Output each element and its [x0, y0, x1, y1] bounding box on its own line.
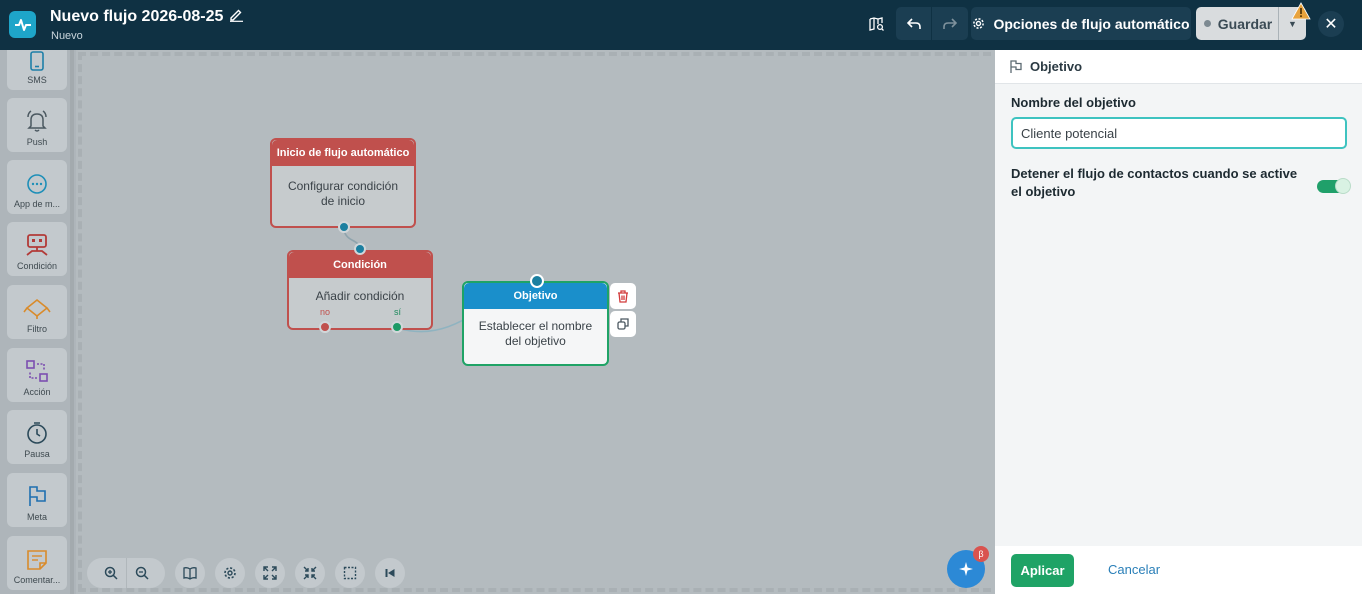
compress-icon: [303, 566, 317, 580]
cancel-button[interactable]: Cancelar: [1108, 562, 1160, 577]
stop-flow-label: Detener el flujo de contactos cuando se …: [1011, 166, 1298, 199]
comment-icon: [27, 550, 47, 570]
app-logo-icon[interactable]: [9, 11, 36, 38]
top-bar: Nuevo flujo 2026-08-25 Nuevo Opciones de…: [0, 0, 1362, 50]
flag-icon: [1010, 59, 1022, 73]
redo-icon[interactable]: [932, 7, 968, 40]
chat-bubble-icon: [27, 174, 47, 194]
flow-options-label: Opciones de flujo automático: [993, 15, 1190, 32]
palette-item-pause[interactable]: Pausa: [7, 410, 67, 464]
collapse-button[interactable]: [295, 558, 325, 588]
condition-node[interactable]: Condición Añadir condición no sí: [287, 243, 433, 333]
goal-settings-panel: Objetivo Nombre del objetivo Detener el …: [995, 50, 1362, 594]
palette-label: App de m...: [13, 199, 61, 209]
bell-icon: [27, 110, 47, 132]
flow-title: Nuevo flujo 2026-08-25: [50, 7, 244, 27]
guide-button[interactable]: [175, 558, 205, 588]
zoom-out-icon[interactable]: [127, 558, 157, 588]
palette-label: Push: [26, 137, 48, 147]
flow-options-button[interactable]: Opciones de flujo automático: [971, 7, 1191, 40]
flow-status: Nuevo: [51, 30, 83, 42]
zoom-in-icon[interactable]: [96, 558, 126, 588]
beta-badge: β: [973, 546, 989, 562]
palette-label: Pausa: [24, 449, 50, 459]
condition-yes-label: sí: [394, 307, 402, 317]
map-search-icon[interactable]: [862, 7, 890, 40]
save-label: Guardar: [1217, 15, 1273, 32]
start-node-output-port[interactable]: [338, 221, 350, 233]
palette-item-goal[interactable]: Meta: [7, 473, 67, 527]
condition-node-input-port[interactable]: [354, 243, 366, 255]
condition-node-body: Añadir condición: [315, 289, 405, 303]
palette-item-sms[interactable]: SMS: [7, 50, 67, 90]
flow-title-text: Nuevo flujo 2026-08-25: [50, 8, 224, 25]
panel-footer: Aplicar Cancelar: [995, 546, 1362, 594]
palette-item-condition[interactable]: Condición: [7, 222, 67, 276]
sparkle-icon: [959, 562, 973, 576]
goal-name-input[interactable]: [1011, 117, 1347, 149]
go-to-start-button[interactable]: [375, 558, 405, 588]
duplicate-node-button[interactable]: [610, 311, 636, 337]
clock-icon: [27, 422, 47, 444]
flag-icon: [29, 486, 46, 506]
palette-label: Filtro: [27, 324, 47, 334]
palette-scrollbar[interactable]: [70, 50, 74, 594]
sms-icon: [30, 51, 44, 71]
save-button[interactable]: Guardar ▼: [1196, 7, 1306, 40]
settings-button[interactable]: [215, 558, 245, 588]
panel-header: Objetivo: [995, 50, 1362, 84]
fit-screen-button[interactable]: [255, 558, 285, 588]
goal-node-input-port[interactable]: [530, 274, 544, 288]
condition-no-label: no: [320, 307, 331, 317]
palette-item-in-app[interactable]: App de m...: [7, 160, 67, 214]
filter-icon: [23, 298, 51, 319]
palette-label: Acción: [23, 387, 51, 397]
book-icon: [183, 566, 197, 580]
goal-name-label: Nombre del objetivo: [1011, 95, 1136, 110]
copy-icon: [617, 318, 629, 330]
gear-icon: [973, 18, 985, 29]
warning-icon[interactable]: [1291, 2, 1311, 20]
expand-icon: [263, 566, 277, 580]
palette-item-action[interactable]: Acción: [7, 348, 67, 402]
select-area-button[interactable]: [335, 558, 365, 588]
condition-node-title: Condición: [289, 252, 431, 278]
goal-node[interactable]: Objetivo Establecer el nombre del objeti…: [462, 274, 609, 366]
flow-canvas[interactable]: Inicio de flujo automático Configurar co…: [76, 50, 995, 594]
stop-flow-toggle[interactable]: [1317, 178, 1351, 194]
skip-back-icon: [385, 569, 395, 577]
zoom-controls: [87, 558, 165, 588]
save-status-dot: [1203, 20, 1211, 27]
palette-label: SMS: [27, 75, 47, 85]
selection-icon: [343, 566, 357, 580]
edit-title-icon[interactable]: [229, 7, 244, 27]
apply-button[interactable]: Aplicar: [1011, 554, 1074, 587]
close-icon[interactable]: ✕: [1318, 11, 1344, 37]
gear-icon: [224, 567, 236, 579]
action-icon: [26, 360, 48, 382]
palette-item-filter[interactable]: Filtro: [7, 285, 67, 339]
undo-icon[interactable]: [896, 7, 932, 40]
palette-label: Condición: [16, 261, 58, 271]
condition-icon: [26, 234, 48, 256]
goal-node-body: Establecer el nombre del objetivo: [478, 319, 593, 348]
node-palette: SMS Push App de m... Condición Filtro Ac…: [0, 50, 76, 594]
undo-redo-group: [896, 7, 968, 40]
start-node-title: Inicio de flujo automático: [272, 140, 414, 166]
palette-item-push[interactable]: Push: [7, 98, 67, 152]
delete-node-button[interactable]: [610, 283, 636, 309]
panel-title: Objetivo: [1030, 59, 1083, 74]
start-node-body: Configurar condición de inicio: [287, 179, 399, 208]
palette-label: Comentar...: [13, 575, 61, 585]
condition-yes-port[interactable]: [391, 321, 403, 333]
toggle-knob: [1335, 178, 1351, 194]
condition-no-port[interactable]: [319, 321, 331, 333]
palette-item-comment[interactable]: Comentar...: [7, 536, 67, 590]
trash-icon: [618, 289, 628, 303]
palette-label: Meta: [26, 512, 47, 522]
start-node[interactable]: Inicio de flujo automático Configurar co…: [270, 138, 416, 233]
